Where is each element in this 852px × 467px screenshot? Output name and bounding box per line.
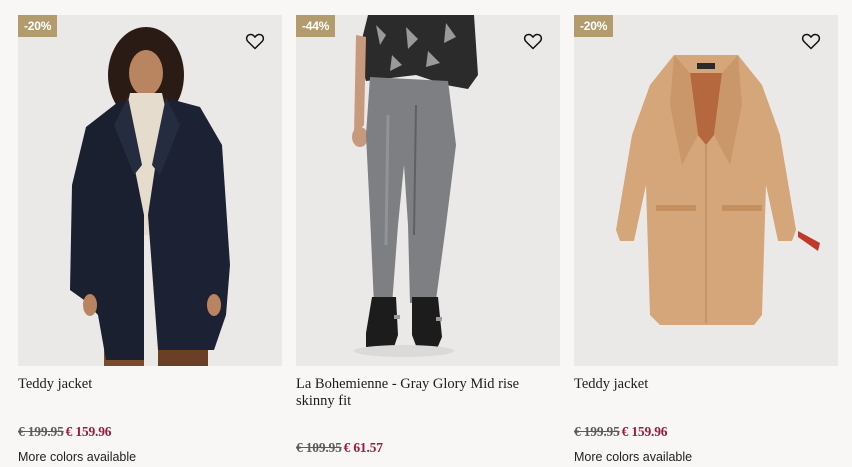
original-price: € 109.95 <box>296 440 342 455</box>
heart-outline-icon[interactable] <box>523 31 543 51</box>
product-card[interactable]: -20% Teddy jacket € 199.95 € 159.96 More … <box>574 15 838 464</box>
heart-outline-icon[interactable] <box>801 31 821 51</box>
product-image[interactable]: -44% <box>296 15 560 366</box>
camel-teddy-coat-photo <box>574 15 838 366</box>
price: € 199.95 € 159.96 <box>18 424 112 440</box>
grey-skinny-jeans-photo <box>296 15 560 366</box>
product-grid: -20% Teddy jacket € 199.95 € 159.96 More … <box>0 0 852 467</box>
more-colors-label: More colors available <box>18 450 137 464</box>
navy-teddy-coat-photo <box>18 15 282 366</box>
more-colors-label: More colors available <box>574 450 693 464</box>
price: € 109.95 € 61.57 <box>296 440 383 456</box>
original-price: € 199.95 <box>18 424 64 439</box>
sale-price: € 159.96 <box>621 424 668 439</box>
discount-badge: -20% <box>18 15 58 37</box>
product-image[interactable]: -20% <box>18 15 282 366</box>
heart-outline-icon[interactable] <box>245 31 265 51</box>
price: € 199.95 € 159.96 <box>574 424 668 440</box>
sale-price: € 159.96 <box>65 424 112 439</box>
product-image[interactable]: -20% <box>574 15 838 366</box>
product-name[interactable]: Teddy jacket <box>18 376 282 410</box>
product-card[interactable]: -20% Teddy jacket € 199.95 € 159.96 More … <box>18 15 282 464</box>
original-price: € 199.95 <box>574 424 620 439</box>
discount-badge: -44% <box>296 15 336 37</box>
product-name[interactable]: Teddy jacket <box>574 376 838 410</box>
product-card[interactable]: -44% La Bohemienne - Gray Glory Mid rise… <box>296 15 560 455</box>
product-name[interactable]: La Bohemienne - Gray Glory Mid rise skin… <box>296 376 560 410</box>
sale-price: € 61.57 <box>343 440 383 455</box>
discount-badge: -20% <box>574 15 614 37</box>
